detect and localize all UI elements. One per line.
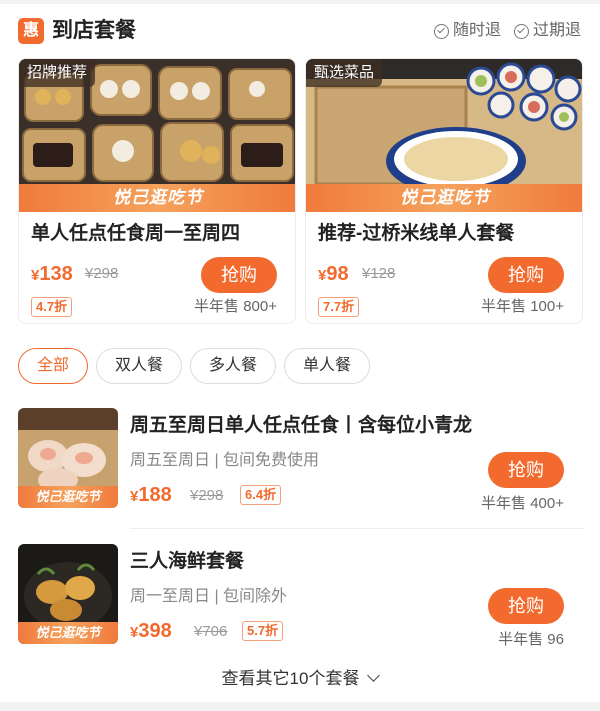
filter-chip-double[interactable]: 双人餐 [96,348,182,384]
original-price: ¥128 [362,265,396,282]
original-price: ¥298 [190,487,224,504]
item-thumbnail: 悦己逛吃节 [18,408,118,508]
filter-chip-single[interactable]: 单人餐 [284,348,370,384]
buy-button[interactable]: 抢购 [201,257,277,293]
bottom-divider [0,702,600,711]
deal-card[interactable]: 招牌推荐 悦己逛吃节 单人任点任食周一至周四 ¥138 ¥298 4.7折 抢购… [18,58,296,324]
original-price: ¥298 [85,265,119,282]
list-item[interactable]: 悦己逛吃节 三人海鲜套餐 周一至周日 | 包间除外 ¥398 ¥706 5.7折… [18,544,584,654]
promo-banner: 悦己逛吃节 [18,486,118,508]
list-divider [130,528,584,529]
price-value: 138 [39,263,73,285]
item-price: ¥398 [130,618,172,646]
price-value: 398 [138,620,172,642]
price-value: 98 [326,263,349,285]
top-divider [0,0,600,4]
sales-count: 半年售 800+ [194,298,277,315]
guarantee-label: 随时退 [453,22,502,39]
item-thumbnail: 悦己逛吃节 [18,544,118,644]
deal-photo-dimsum: 招牌推荐 [19,59,295,184]
item-price: ¥188 [130,482,172,510]
buy-button[interactable]: 抢购 [488,452,564,488]
deal-title: 推荐-过桥米线单人套餐 [318,223,515,244]
discount-badge-icon: 惠 [18,18,44,44]
promo-banner: 悦己逛吃节 [18,622,118,644]
guarantee-label: 过期退 [533,22,582,39]
section-header: 惠 到店套餐 随时退 过期退 [18,16,584,46]
deal-tag: 甄选菜品 [306,59,383,87]
item-subtitle: 周五至周日 | 包间免费使用 [130,452,320,469]
view-more-label: 查看其它10个套餐 [221,669,360,688]
filter-chips: 全部 双人餐 多人餐 单人餐 [18,348,378,386]
deal-card[interactable]: 甄选菜品 悦己逛吃节 推荐-过桥米线单人套餐 ¥98 ¥128 7.7折 抢购 … [305,58,583,324]
section-title: 到店套餐 [52,19,136,42]
check-circle-icon [434,23,449,39]
discount-badge: 6.4折 [240,485,282,505]
buy-button[interactable]: 抢购 [488,257,564,293]
view-more-link[interactable]: 查看其它10个套餐 [0,666,600,692]
promo-banner: 悦己逛吃节 [306,184,582,212]
guarantee-refund-anytime: 随时退 [434,21,501,41]
discount-badge: 7.7折 [318,297,360,317]
filter-chip-group[interactable]: 多人餐 [190,348,276,384]
deal-photo-noodles: 甄选菜品 [306,59,582,184]
filter-chip-all[interactable]: 全部 [18,348,88,384]
deal-tag: 招牌推荐 [19,59,96,87]
item-subtitle: 周一至周日 | 包间除外 [130,588,288,605]
original-price: ¥706 [194,623,228,640]
sales-count: 半年售 100+ [481,298,564,315]
deal-price: ¥98 [318,261,349,289]
discount-badge: 4.7折 [31,297,73,317]
deal-price: ¥138 [31,261,73,289]
discount-badge: 5.7折 [242,621,284,641]
buy-button[interactable]: 抢购 [488,588,564,624]
check-circle-icon [514,23,529,39]
sales-count: 半年售 96 [498,631,564,648]
promo-banner: 悦己逛吃节 [19,184,295,212]
price-value: 188 [138,484,172,506]
item-title: 三人海鲜套餐 [130,551,245,572]
list-item[interactable]: 悦己逛吃节 周五至周日单人任点任食丨含每位小青龙 周五至周日 | 包间免费使用 … [18,408,584,518]
sales-count: 半年售 400+ [481,495,564,512]
guarantee-refund-expired: 过期退 [514,21,581,41]
deal-title: 单人任点任食周一至周四 [31,223,241,244]
item-title: 周五至周日单人任点任食丨含每位小青龙 [130,415,473,436]
chevron-down-icon [367,669,381,682]
